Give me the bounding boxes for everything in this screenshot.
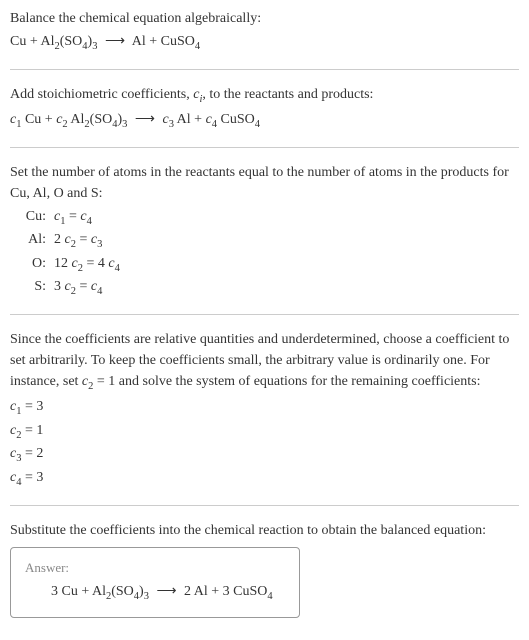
coeff-value: c2 = 1 [10,420,519,444]
section-solve: Since the coefficients are relative quan… [10,329,519,506]
atom-eq: 2 c2 = c3 [54,229,102,253]
atom-row: Cu: c1 = c4 [24,206,519,230]
atom-row: Al: 2 c2 = c3 [24,229,519,253]
section-answer: Substitute the coefficients into the che… [10,520,519,632]
solve-text: Since the coefficients are relative quan… [10,329,519,395]
atom-label: Al: [24,229,54,250]
coeff-value: c4 = 3 [10,467,519,491]
coeff-value: c1 = 3 [10,396,519,420]
atom-label: Cu: [24,206,54,227]
section-atom-balance: Set the number of atoms in the reactants… [10,162,519,315]
atom-label: S: [24,276,54,297]
atom-eq: 3 c2 = c4 [54,276,102,300]
atom-balance-text: Set the number of atoms in the reactants… [10,162,519,204]
coeff-intro-text: Add stoichiometric coefficients, ci, to … [10,84,519,108]
section-add-coefficients: Add stoichiometric coefficients, ci, to … [10,84,519,148]
atom-eq: 12 c2 = 4 c4 [54,253,120,277]
coeff-equation: c1 Cu + c2 Al2(SO4)3 ⟶ c3 Al + c4 CuSO4 [10,109,519,133]
intro-text: Balance the chemical equation algebraica… [10,8,519,29]
substitute-text: Substitute the coefficients into the che… [10,520,519,541]
atom-balance-table: Cu: c1 = c4 Al: 2 c2 = c3 O: 12 c2 = 4 c… [24,206,519,300]
unbalanced-equation: Cu + Al2(SO4)3 ⟶ Al + CuSO4 [10,31,519,55]
atom-row: O: 12 c2 = 4 c4 [24,253,519,277]
section-balance-intro: Balance the chemical equation algebraica… [10,8,519,70]
coeff-solution-list: c1 = 3 c2 = 1 c3 = 2 c4 = 3 [10,396,519,490]
atom-label: O: [24,253,54,274]
balanced-equation: 3 Cu + Al2(SO4)3 ⟶ 2 Al + 3 CuSO4 [25,581,285,605]
answer-label: Answer: [25,558,285,578]
answer-box: Answer: 3 Cu + Al2(SO4)3 ⟶ 2 Al + 3 CuSO… [10,547,300,618]
atom-eq: c1 = c4 [54,206,92,230]
coeff-value: c3 = 2 [10,443,519,467]
atom-row: S: 3 c2 = c4 [24,276,519,300]
